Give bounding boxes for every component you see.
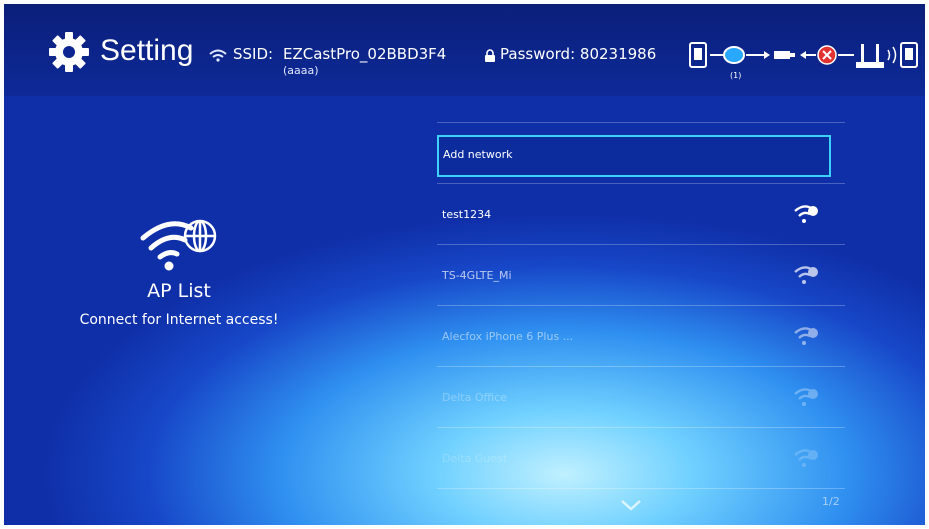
- network-item[interactable]: Delta Guest: [437, 428, 845, 488]
- cast-device-icon: [723, 46, 745, 64]
- network-name: Delta Office: [442, 391, 507, 404]
- network-name: TS-4GLTE_Mi: [442, 269, 512, 282]
- password-text: Password: 80231986: [500, 45, 656, 63]
- network-item[interactable]: TS-4GLTE_Mi: [437, 245, 845, 305]
- gear-icon: [49, 32, 89, 72]
- ap-list-subtitle: Connect for Internet access!: [79, 312, 279, 328]
- screen: Setting SSID: EZCastPro_02BBD3F4 (aaaa) …: [4, 4, 925, 525]
- ssid-value: EZCastPro_02BBD3F4: [283, 45, 447, 63]
- connection-diagram: [689, 42, 918, 68]
- chevron-down-icon[interactable]: [620, 499, 642, 511]
- dongle-icon: [774, 51, 795, 59]
- network-name: test1234: [442, 208, 492, 221]
- wifi-lock-icon: [794, 388, 818, 406]
- ssid-label: SSID:: [233, 45, 274, 63]
- wifi-lock-icon: [794, 205, 818, 223]
- network-item[interactable]: Alecfox iPhone 6 Plus ...: [437, 306, 845, 366]
- network-item[interactable]: test1234: [437, 184, 845, 244]
- ap-list-title: AP List: [147, 280, 211, 302]
- router-icon: [856, 44, 884, 68]
- connection-count: (1): [730, 71, 742, 80]
- password-label: Password:: [500, 45, 576, 63]
- wifi-lock-icon: [794, 327, 818, 345]
- wifi-lock-icon: [794, 266, 818, 284]
- page-indicator: 1/2: [822, 495, 840, 508]
- network-name: Alecfox iPhone 6 Plus ...: [442, 330, 574, 343]
- wifi-lock-icon: [794, 449, 818, 467]
- divider: [437, 488, 845, 489]
- network-name: Delta Guest: [442, 452, 508, 465]
- password-value: 80231986: [579, 45, 657, 63]
- network-item[interactable]: Delta Office: [437, 367, 845, 427]
- lock-icon: [485, 49, 495, 62]
- phone-icon: [900, 42, 918, 68]
- header-bar: Setting SSID: EZCastPro_02BBD3F4 (aaaa) …: [4, 4, 925, 96]
- add-network-label: Add network: [443, 148, 513, 161]
- wifi-globe-icon: [140, 219, 217, 271]
- add-network-item[interactable]: Add network: [437, 123, 845, 183]
- phone-icon: [689, 42, 707, 68]
- network-list: Add network test1234 TS-4GLTE_Mi Alecfox…: [437, 122, 845, 489]
- page-title: Setting: [100, 34, 194, 67]
- ssid-subtitle: (aaaa): [283, 64, 319, 77]
- disconnected-icon: [817, 45, 837, 65]
- wifi-small-icon: [209, 49, 227, 62]
- ap-info-panel: AP List Connect for Internet access!: [44, 214, 314, 328]
